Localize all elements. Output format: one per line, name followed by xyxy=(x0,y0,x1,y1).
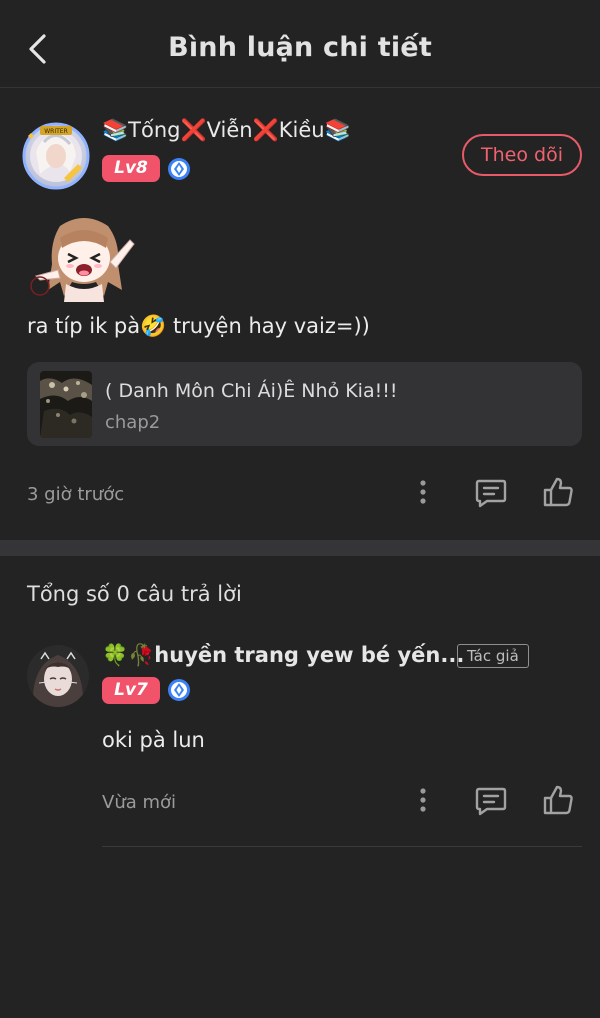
level-badge: Lv8 xyxy=(102,155,160,182)
section-separator xyxy=(0,540,600,556)
comment-text: ra típ ik pà🤣 truyện hay vaiz=)) xyxy=(27,314,370,338)
page-title: Bình luận chi tiết xyxy=(168,32,432,63)
reply-text: oki pà lun xyxy=(102,728,205,752)
reply-avatar[interactable] xyxy=(27,645,89,707)
reply-divider xyxy=(102,846,582,847)
story-cover xyxy=(40,371,92,438)
story-title: ( Danh Môn Chi Ái)Ê Nhỏ Kia!!! xyxy=(105,380,398,402)
comment-icon[interactable] xyxy=(475,478,507,508)
comment-time: 3 giờ trước xyxy=(27,484,125,505)
more-vertical-icon[interactable] xyxy=(412,478,434,506)
comment-username[interactable]: 📚Tống❌Viễn❌Kiều📚 xyxy=(102,118,351,143)
sticker-image xyxy=(30,212,136,304)
story-chapter: chap2 xyxy=(105,412,161,433)
follow-button[interactable]: Theo dõi xyxy=(462,134,582,176)
thumbs-up-icon[interactable] xyxy=(542,784,574,816)
replies-count: Tổng số 0 câu trả lời xyxy=(27,582,242,606)
thumbs-up-icon[interactable] xyxy=(542,476,574,508)
reply-time: Vừa mới xyxy=(102,792,177,813)
diamond-badge-icon xyxy=(168,158,190,180)
story-card[interactable]: ( Danh Môn Chi Ái)Ê Nhỏ Kia!!! chap2 xyxy=(27,362,582,446)
author-tag: Tác giả xyxy=(457,644,529,668)
diamond-badge-icon xyxy=(168,679,190,701)
top-bar: Bình luận chi tiết xyxy=(0,0,600,88)
avatar[interactable]: WRITER xyxy=(22,122,90,190)
comment-icon[interactable] xyxy=(475,786,507,816)
reply-username[interactable]: 🍀🥀huyền trang yew bé yến... xyxy=(102,643,464,668)
more-vertical-icon[interactable] xyxy=(412,786,434,814)
reply-level-badge: Lv7 xyxy=(102,677,160,704)
svg-text:WRITER: WRITER xyxy=(44,128,68,135)
